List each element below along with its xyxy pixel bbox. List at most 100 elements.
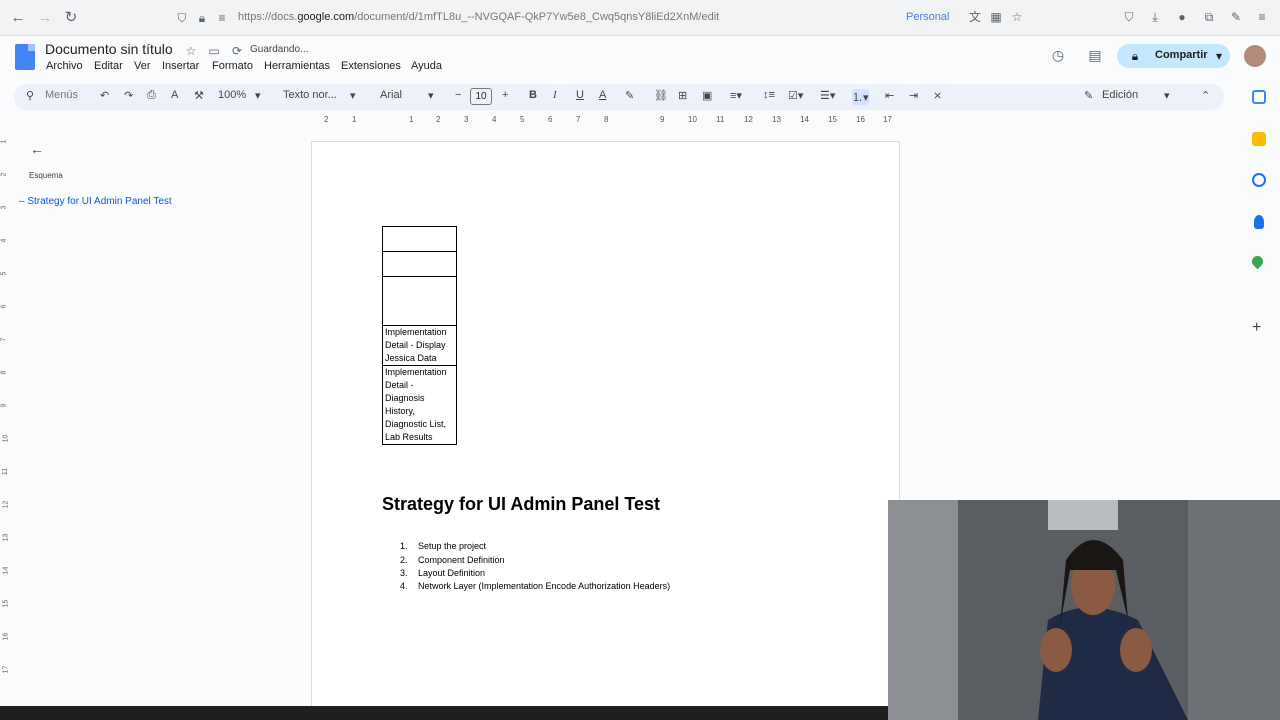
decrease-font-icon[interactable]: − — [455, 89, 461, 101]
maps-icon[interactable] — [1249, 253, 1266, 270]
chevron-down-icon[interactable]: ▾ — [1211, 48, 1227, 64]
menu-editar[interactable]: Editar — [94, 60, 123, 72]
table-cell[interactable]: Implementation Detail - Diagnosis Histor… — [382, 365, 457, 445]
list-item[interactable]: 2. Component Definition — [400, 555, 505, 565]
menu-ver[interactable]: Ver — [134, 60, 151, 72]
chevron-up-icon[interactable]: ⌃ — [1201, 89, 1210, 102]
menu-extensiones[interactable]: Extensiones — [341, 60, 401, 72]
extension-badge-icon[interactable]: ● — [1174, 9, 1190, 25]
table-cell[interactable] — [382, 251, 457, 277]
menu-ayuda[interactable]: Ayuda — [411, 60, 442, 72]
ruler-number: 11 — [2, 467, 10, 476]
font-select[interactable]: Arial — [380, 89, 402, 101]
checklist-icon[interactable]: ☑▾ — [788, 89, 803, 102]
tasks-icon[interactable] — [1252, 173, 1266, 187]
spellcheck-icon[interactable]: A — [171, 89, 178, 101]
horizontal-ruler[interactable]: 2 1 1 2 3 4 5 6 7 8 9 10 11 12 13 14 15 16 17 — [312, 115, 900, 128]
list-item[interactable]: 4. Network Layer (Implementation Encode A… — [400, 581, 670, 591]
browser-menu-icon[interactable]: ≡ — [1254, 9, 1270, 25]
image-icon[interactable]: ▣ — [702, 89, 712, 102]
formatting-toolbar: ⚲ Menús ↶ ↷ ⎙ A ⚒ 100% ▾ Texto nor... ▾ … — [14, 84, 1224, 110]
forward-arrow-icon[interactable]: → — [36, 9, 54, 27]
table-cell[interactable] — [382, 226, 457, 252]
chevron-down-icon[interactable]: ▾ — [428, 89, 434, 102]
ruler-number: 9 — [0, 403, 8, 408]
docs-logo-icon[interactable] — [15, 44, 35, 70]
move-folder-icon[interactable]: ▭ — [206, 43, 222, 59]
webcam-overlay — [888, 500, 1280, 720]
document-heading[interactable]: Strategy for UI Admin Panel Test — [382, 494, 660, 515]
calendar-icon[interactable] — [1252, 90, 1266, 104]
clear-format-icon[interactable]: ⨯ — [933, 89, 942, 102]
increase-indent-icon[interactable]: ⇥ — [909, 89, 918, 102]
redo-icon[interactable]: ↷ — [124, 89, 133, 102]
bullet-list-icon[interactable]: ☰▾ — [820, 89, 835, 102]
numbered-list-icon[interactable]: ⒈▾ — [852, 89, 869, 105]
history-icon[interactable]: ◷ — [1050, 47, 1066, 63]
italic-icon[interactable]: I — [553, 89, 557, 101]
address-bar[interactable]: ⛉ 🔒︎ ≡ https://docs.google.com/document/… — [168, 6, 1028, 30]
vertical-ruler[interactable]: 1 2 3 4 5 6 7 8 9 10 11 12 13 14 15 16 17 — [0, 128, 12, 708]
contacts-icon[interactable] — [1254, 215, 1264, 229]
avatar[interactable] — [1244, 45, 1266, 67]
search-icon[interactable]: ⚲ — [26, 89, 34, 102]
undo-icon[interactable]: ↶ — [100, 89, 109, 102]
translate-icon[interactable]: 文 — [967, 9, 983, 25]
underline-icon[interactable]: U — [576, 89, 584, 101]
table-cell[interactable]: Implementation Detail - Display Jessica … — [382, 325, 457, 366]
decrease-indent-icon[interactable]: ⇤ — [885, 89, 894, 102]
highlight-icon[interactable]: ✎ — [625, 89, 634, 102]
document-title[interactable]: Documento sin título — [45, 41, 173, 57]
menu-herramientas[interactable]: Herramientas — [264, 60, 330, 72]
menu-archivo[interactable]: Archivo — [46, 60, 83, 72]
style-select[interactable]: Texto nor... — [283, 89, 337, 101]
zoom-select[interactable]: 100% — [218, 89, 246, 101]
ruler-number: 1 — [352, 115, 357, 124]
share-button[interactable]: 🔒︎ Compartir ▾ — [1117, 44, 1230, 68]
print-icon[interactable]: ⎙ — [147, 89, 156, 102]
link-icon[interactable]: ⛓ — [654, 89, 668, 102]
text-color-icon[interactable]: A — [599, 89, 606, 101]
download-icon[interactable]: ⤓ — [1147, 9, 1163, 25]
comment-add-icon[interactable]: ⊞ — [678, 89, 687, 102]
menu-formato[interactable]: Formato — [212, 60, 253, 72]
pencil-icon[interactable]: ✎ — [1084, 89, 1093, 102]
mode-select[interactable]: Edición — [1102, 89, 1138, 101]
list-item[interactable]: 1. Setup the project — [400, 541, 486, 551]
extensions-icon[interactable]: ⧉ — [1201, 9, 1217, 25]
pocket-icon[interactable]: ⛉ — [1121, 9, 1137, 25]
star-icon[interactable]: ☆ — [1009, 9, 1025, 25]
list-item[interactable]: 3. Layout Definition — [400, 568, 485, 578]
chevron-down-icon[interactable]: ▾ — [350, 89, 356, 102]
keep-icon[interactable] — [1252, 132, 1266, 146]
chevron-down-icon[interactable]: ▾ — [255, 89, 261, 102]
browser-toolbar: ← → ↻ ⛉ 🔒︎ ≡ https://docs.google.com/doc… — [0, 0, 1280, 36]
line-spacing-icon[interactable]: ↕≡ — [763, 89, 775, 101]
close-outline-icon[interactable]: ← — [30, 141, 44, 157]
site-settings-icon[interactable]: ≡ — [214, 10, 230, 26]
chevron-down-icon[interactable]: ▾ — [1164, 89, 1170, 102]
shield-icon: ⛉ — [177, 11, 187, 25]
align-icon[interactable]: ≡▾ — [730, 89, 742, 102]
reload-icon[interactable]: ↻ — [62, 9, 80, 27]
menu-insertar[interactable]: Insertar — [162, 60, 199, 72]
share-label: Compartir — [1155, 49, 1208, 61]
profile-label[interactable]: Personal — [906, 11, 949, 23]
outline-item[interactable]: – Strategy for UI Admin Panel Test — [19, 196, 172, 207]
webcam-video — [888, 500, 1280, 720]
comments-icon[interactable]: ▤ — [1087, 47, 1103, 63]
tools-icon[interactable]: ✎ — [1228, 9, 1244, 25]
back-arrow-icon[interactable]: ← — [9, 9, 27, 27]
ruler-number: 13 — [2, 533, 10, 542]
increase-font-icon[interactable]: + — [502, 89, 508, 101]
search-menus[interactable]: Menús — [45, 89, 78, 101]
document-table[interactable]: Implementation Detail - Display Jessica … — [382, 226, 457, 445]
star-icon[interactable]: ☆ — [183, 43, 199, 59]
add-addon-icon[interactable]: + — [1252, 319, 1261, 337]
bold-icon[interactable]: B — [529, 89, 537, 101]
ruler-number: 8 — [0, 370, 8, 375]
font-size-input[interactable]: 10 — [470, 88, 492, 105]
paint-format-icon[interactable]: ⚒ — [194, 89, 204, 102]
qr-icon[interactable]: ▦ — [988, 9, 1004, 25]
table-cell[interactable] — [382, 276, 457, 326]
